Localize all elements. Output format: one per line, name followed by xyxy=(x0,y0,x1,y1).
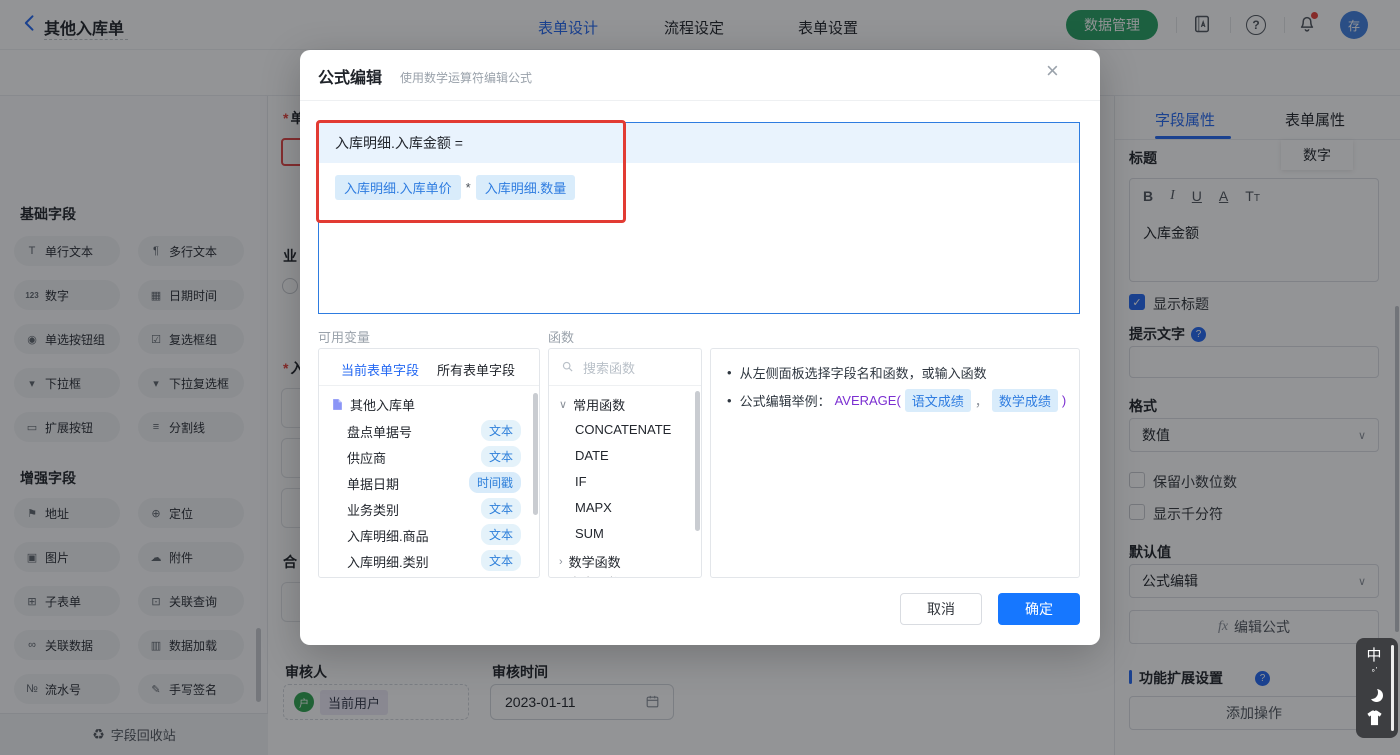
modal-subtitle: 使用数学运算符编辑公式 xyxy=(400,71,533,85)
divider xyxy=(549,385,701,386)
formula-expression: 入库明细.入库单价 * 入库明细.数量 xyxy=(335,175,576,200)
tip-line: • 从左侧面板选择字段名和函数，或输入函数 xyxy=(727,363,987,382)
function-group-math[interactable]: › 数学函数 xyxy=(559,552,621,571)
type-badge: 文本 xyxy=(480,446,521,467)
variables-root-label: 其他入库单 xyxy=(350,398,416,413)
bullet: • xyxy=(727,393,732,408)
formula-target-strip: 入库明细.入库金额 = xyxy=(319,123,1079,163)
variable-name: 单据日期 xyxy=(347,477,400,492)
confirm-label: 确定 xyxy=(1025,601,1053,617)
functions-scrollbar[interactable] xyxy=(695,391,700,531)
theme-shirt-icon[interactable] xyxy=(1356,710,1392,729)
function-item[interactable]: MAPX xyxy=(575,500,612,515)
tip-example-token: 数学成绩 xyxy=(991,389,1058,412)
variable-item[interactable]: 入库明细.商品 xyxy=(347,526,429,545)
function-group-common[interactable]: ∨ 常用函数 xyxy=(559,395,625,414)
tip-example-prefix: 公式编辑举例： xyxy=(739,394,831,409)
variables-root-node[interactable]: 其他入库单 xyxy=(331,395,415,414)
search-icon xyxy=(561,360,574,376)
type-badge: 时间戳 xyxy=(468,472,521,493)
formula-token[interactable]: 入库明细.数量 xyxy=(475,175,576,200)
dark-mode-icon[interactable] xyxy=(1365,686,1378,699)
tip-example-separator: ， xyxy=(974,394,988,409)
language-toggle-button[interactable]: 中 xyxy=(1356,644,1392,665)
formula-editor-modal: 公式编辑 使用数学运算符编辑公式 × 入库明细.入库金额 = 入库明细.入库单价… xyxy=(300,50,1100,645)
variable-item[interactable]: 供应商 xyxy=(347,448,386,467)
close-icon[interactable]: × xyxy=(1046,60,1059,82)
tips-panel: • 从左侧面板选择字段名和函数，或输入函数 • 公式编辑举例： AVERAGE(… xyxy=(710,348,1080,578)
type-badge: 文本 xyxy=(480,420,521,441)
function-group-text[interactable]: › 文本函数 xyxy=(559,573,621,578)
formula-operator: * xyxy=(465,180,471,195)
chevron-down-icon: ∨ xyxy=(559,399,568,411)
divider xyxy=(300,100,1100,101)
cancel-button[interactable]: 取消 xyxy=(900,593,982,625)
tip-example-close: ) xyxy=(1061,393,1067,408)
variables-label: 可用变量 xyxy=(318,330,371,345)
function-group-label: 数学函数 xyxy=(568,555,621,570)
variables-scrollbar[interactable] xyxy=(533,393,538,515)
function-item[interactable]: IF xyxy=(575,474,587,489)
cancel-label: 取消 xyxy=(927,601,955,617)
variable-item[interactable]: 单据日期 xyxy=(347,474,399,493)
function-search-input[interactable] xyxy=(581,357,695,379)
variable-item[interactable]: 入库明细.类别 xyxy=(347,552,429,571)
scrollbar-thumb[interactable] xyxy=(1391,645,1394,731)
tab-current-form-fields[interactable]: 当前表单字段 xyxy=(341,360,419,379)
bullet: • xyxy=(727,365,732,380)
document-icon xyxy=(333,399,342,410)
tab-all-form-fields[interactable]: 所有表单字段 xyxy=(437,360,515,379)
type-badge: 文本 xyxy=(480,550,521,571)
variable-name: 盘点单据号 xyxy=(347,425,413,440)
modal-title: 公式编辑 xyxy=(318,70,383,87)
tip-example-token: 语文成绩 xyxy=(904,389,971,412)
tip-example-function: AVERAGE( xyxy=(834,393,901,408)
function-group-label: 文本函数 xyxy=(569,573,621,577)
tip-text: 从左侧面板选择字段名和函数，或输入函数 xyxy=(739,366,987,381)
tip-example-line: • 公式编辑举例： AVERAGE( 语文成绩 ， 数学成绩 ) xyxy=(727,389,1066,412)
chevron-right-icon: › xyxy=(559,555,563,568)
variable-name: 业务类别 xyxy=(347,503,400,518)
confirm-button[interactable]: 确定 xyxy=(998,593,1080,625)
function-group-label: 常用函数 xyxy=(573,398,626,413)
variable-item[interactable]: 盘点单据号 xyxy=(347,422,412,441)
language-mark: ∘’ xyxy=(1370,666,1378,675)
function-item[interactable]: SUM xyxy=(575,526,604,541)
formula-token[interactable]: 入库明细.入库单价 xyxy=(335,175,461,200)
functions-panel: ∨ 常用函数 CONCATENATE DATE IF MAPX SUM › 数学函数… xyxy=(548,348,702,578)
type-badge: 文本 xyxy=(480,524,521,545)
type-badge: 文本 xyxy=(480,498,521,519)
app-root: 其他入库单 表单设计 流程设定 表单设置 数据管理 ? 存 表单外链 后端脚本 … xyxy=(0,0,1400,755)
divider xyxy=(319,385,539,386)
functions-label: 函数 xyxy=(548,330,575,345)
variable-name: 入库明细.类别 xyxy=(347,555,429,570)
floating-assistant-widget: 中 ∘’ xyxy=(1356,638,1398,738)
function-item[interactable]: CONCATENATE xyxy=(575,422,671,437)
formula-target: 入库明细.入库金额 = xyxy=(335,135,463,151)
variable-name: 入库明细.商品 xyxy=(347,529,429,544)
formula-input-area[interactable]: 入库明细.入库金额 = 入库明细.入库单价 * 入库明细.数量 xyxy=(318,122,1080,314)
variables-panel: 当前表单字段 所有表单字段 其他入库单 盘点单据号 文本 供应商 文本 单据日期… xyxy=(318,348,540,578)
variable-item[interactable]: 业务类别 xyxy=(347,500,399,519)
function-item[interactable]: DATE xyxy=(575,448,609,463)
chevron-right-icon: › xyxy=(559,577,563,578)
variable-name: 供应商 xyxy=(347,451,387,466)
